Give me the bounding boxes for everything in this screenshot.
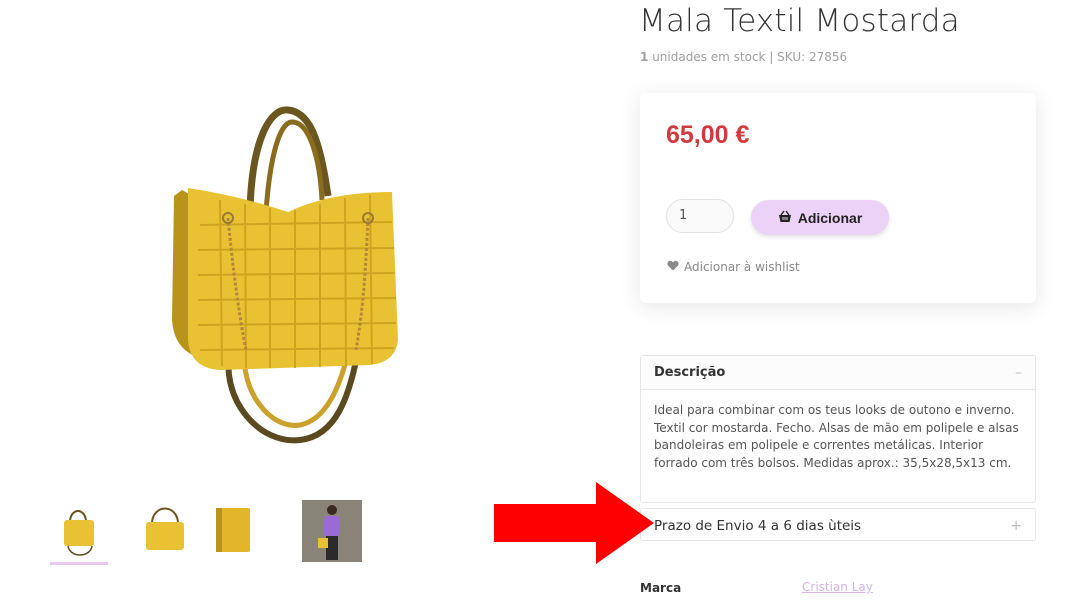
description-header[interactable]: Descrição – [641,356,1035,390]
thumbnail-model-wearing-bag[interactable] [302,500,362,562]
buy-box: 65,00 € 1 Adicionar Adicionar à wishlist [640,93,1036,303]
quantity-input[interactable]: 1 [666,199,734,233]
brand-link[interactable]: Cristian Lay [802,580,873,594]
product-main-image[interactable] [160,100,420,460]
thumbnail-bag-front[interactable] [48,500,108,565]
red-arrow-annotation [494,482,654,564]
expand-icon[interactable]: + [1010,518,1022,534]
shipping-panel: Prazo de Envio 4 a 6 dias ùteis + [640,508,1036,541]
product-title: Mala Textil Mostarda [639,3,960,39]
wishlist-link[interactable]: Adicionar à wishlist [667,260,800,274]
bag-illustration [172,106,398,444]
collapse-icon[interactable]: – [1015,365,1022,381]
description-heading: Descrição [654,365,726,380]
add-to-cart-button[interactable]: Adicionar [751,200,889,235]
brand-label: Marca [640,581,682,595]
stock-info: 1 unidades em stock | SKU: 27856 [640,50,847,64]
thumbnail-bag-front-alt[interactable] [136,500,196,562]
wishlist-label: Adicionar à wishlist [684,260,800,274]
description-text: Ideal para combinar com os teus looks de… [654,403,1019,470]
shipping-header[interactable]: Prazo de Envio 4 a 6 dias ùteis + [641,509,1035,543]
product-price: 65,00 € [666,121,750,149]
stock-text: unidades em stock | SKU: 27856 [652,50,848,64]
basket-icon [778,210,792,226]
heart-icon [667,260,679,274]
shipping-heading: Prazo de Envio 4 a 6 dias ùteis [654,518,862,534]
add-to-cart-label: Adicionar [797,209,863,226]
thumbnail-bag-side[interactable] [212,500,272,562]
stock-count: 1 [640,50,649,64]
description-panel: Descrição – Ideal para combinar com os t… [640,355,1036,503]
